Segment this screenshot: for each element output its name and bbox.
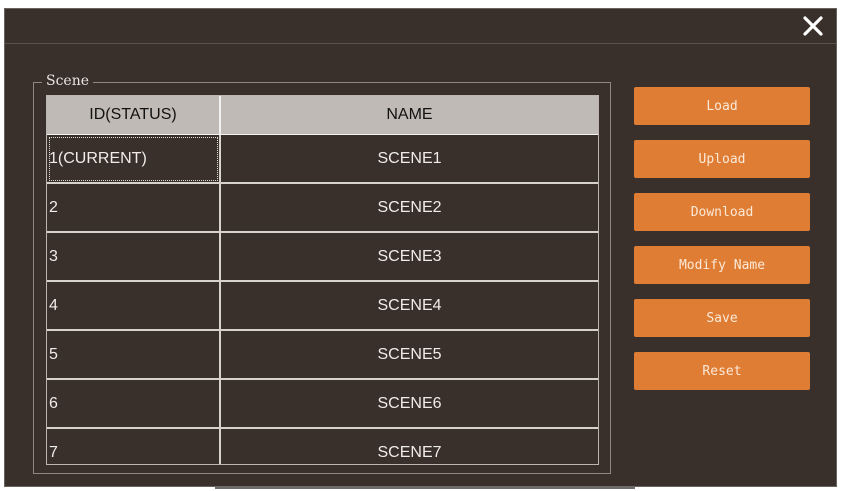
scene-groupbox: Scene ID(STATUS) NAME 1(CURRENT) SCENE1 [33, 72, 611, 474]
reset-button[interactable]: Reset [634, 352, 810, 390]
row-id-cell: 6 [47, 379, 221, 429]
bottom-scroll-indicator [215, 486, 635, 489]
row-id-cell: 2 [47, 183, 221, 233]
action-button-column: Load Upload Download Modify Name Save Re… [634, 87, 810, 405]
row-id-cell: 4 [47, 281, 221, 331]
close-icon [803, 16, 823, 36]
table-row[interactable]: 4 SCENE4 [47, 281, 598, 331]
scene-table-container[interactable]: ID(STATUS) NAME 1(CURRENT) SCENE1 2 SCEN… [46, 95, 599, 465]
row-id-cell: 3 [47, 232, 221, 282]
row-id-cell: 5 [47, 330, 221, 380]
table-row[interactable]: 2 SCENE2 [47, 183, 598, 233]
scene-table: ID(STATUS) NAME 1(CURRENT) SCENE1 2 SCEN… [47, 96, 598, 464]
table-row[interactable]: 7 SCENE7 [47, 428, 598, 464]
scene-dialog: Scene ID(STATUS) NAME 1(CURRENT) SCENE1 [4, 8, 837, 489]
modify-name-button[interactable]: Modify Name [634, 246, 810, 284]
download-button[interactable]: Download [634, 193, 810, 231]
column-header-id[interactable]: ID(STATUS) [47, 96, 221, 135]
row-name-cell: SCENE7 [220, 428, 598, 464]
close-button[interactable] [798, 11, 828, 41]
column-header-name[interactable]: NAME [220, 96, 598, 135]
scene-groupbox-legend: Scene [42, 72, 94, 90]
row-name-cell: SCENE1 [220, 134, 598, 184]
upload-button[interactable]: Upload [634, 140, 810, 178]
row-id-cell: 1(CURRENT) [47, 134, 221, 184]
table-row[interactable]: 5 SCENE5 [47, 330, 598, 380]
table-row[interactable]: 3 SCENE3 [47, 232, 598, 282]
table-row[interactable]: 6 SCENE6 [47, 379, 598, 429]
row-name-cell: SCENE3 [220, 232, 598, 282]
load-button[interactable]: Load [634, 87, 810, 125]
save-button[interactable]: Save [634, 299, 810, 337]
title-separator [5, 43, 836, 44]
row-name-cell: SCENE4 [220, 281, 598, 331]
row-name-cell: SCENE2 [220, 183, 598, 233]
row-id-cell: 7 [47, 428, 221, 464]
row-name-cell: SCENE5 [220, 330, 598, 380]
table-header-row: ID(STATUS) NAME [47, 96, 598, 135]
row-name-cell: SCENE6 [220, 379, 598, 429]
table-row[interactable]: 1(CURRENT) SCENE1 [47, 134, 598, 184]
